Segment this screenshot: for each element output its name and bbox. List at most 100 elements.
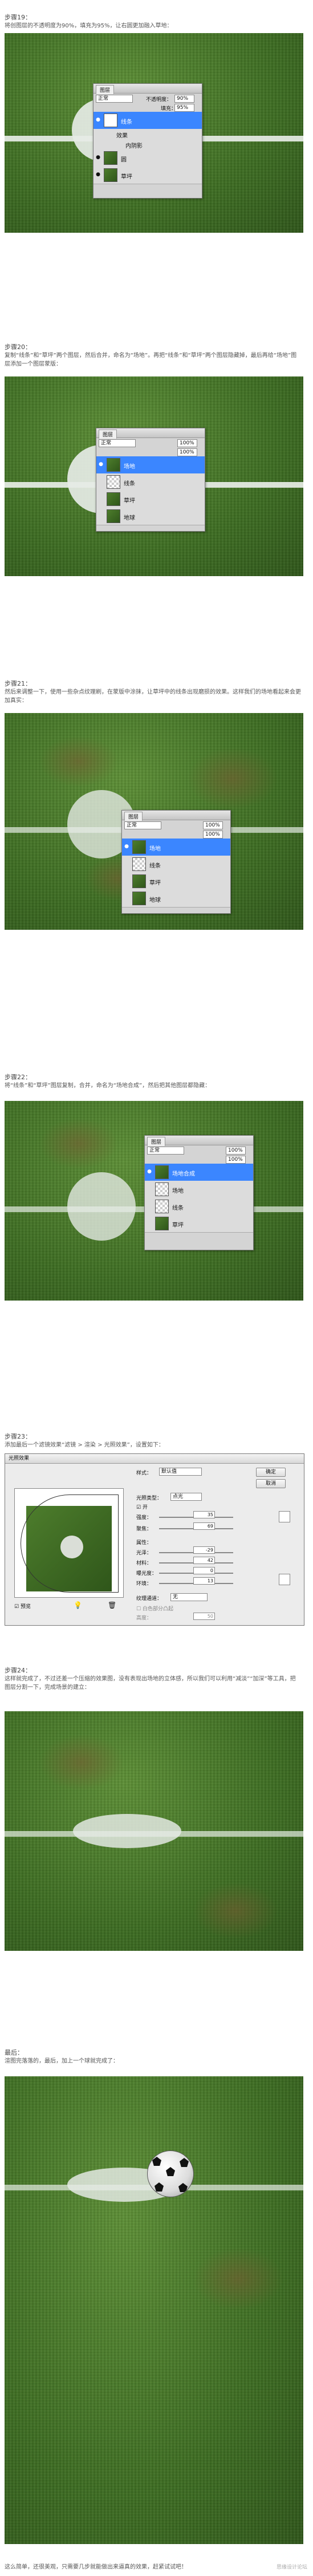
layers-tab[interactable]: 图层 bbox=[99, 430, 117, 439]
light-ellipse-handle[interactable] bbox=[21, 1494, 119, 1593]
layer-name: 草坪 bbox=[124, 498, 135, 504]
opacity-label: 不透明度： bbox=[146, 97, 172, 103]
height-value[interactable]: 50 bbox=[193, 1613, 215, 1620]
eye-icon[interactable]: ● bbox=[95, 172, 101, 177]
ball-patch bbox=[166, 2167, 175, 2176]
preview-checkbox[interactable]: ☑ 预览 bbox=[14, 1602, 31, 1610]
preview-area[interactable] bbox=[14, 1488, 124, 1598]
layer-row[interactable]: 地球 bbox=[122, 890, 230, 908]
ball-patch bbox=[152, 2157, 161, 2166]
intensity-label: 强度： bbox=[136, 1515, 152, 1521]
ambience-label: 环境： bbox=[136, 1581, 152, 1587]
opacity-input[interactable]: 100% bbox=[226, 1147, 246, 1155]
fill-input[interactable]: 95% bbox=[174, 104, 194, 112]
ok-button[interactable]: 确定 bbox=[256, 1468, 286, 1477]
layer-name: 草坪 bbox=[121, 174, 132, 180]
eye-icon[interactable]: ● bbox=[95, 155, 101, 160]
lighting-effects-dialog: 光照效果 ☑ 预览 💡 🗑 样式： 默认值 确定 取消 光照类型： 点光 ☑ 开… bbox=[5, 1453, 304, 1626]
light-type-label: 光照类型： bbox=[136, 1496, 162, 1501]
layer-row[interactable]: 草坪 bbox=[122, 873, 230, 890]
step-label: 步骤22： bbox=[5, 1074, 31, 1081]
blend-mode-select[interactable]: 正常 bbox=[96, 95, 133, 103]
opacity-input[interactable]: 100% bbox=[177, 439, 197, 447]
eye-icon[interactable]: ● bbox=[124, 844, 129, 849]
opacity-input[interactable]: 100% bbox=[203, 821, 223, 829]
fill-label: 填充： bbox=[161, 106, 177, 112]
worn-patch bbox=[193, 2247, 284, 2310]
opacity-input[interactable]: 90% bbox=[174, 95, 194, 103]
layer-name: 场地 bbox=[124, 464, 135, 470]
texture-channel-select[interactable]: 无 bbox=[170, 1593, 208, 1601]
ambience-value[interactable]: 13 bbox=[193, 1577, 215, 1585]
layers-tab[interactable]: 图层 bbox=[124, 812, 143, 821]
focus-label: 聚焦： bbox=[136, 1526, 152, 1532]
light-bulb-icon[interactable]: 💡 bbox=[74, 1601, 82, 1609]
layer-row[interactable]: ● 场地 bbox=[122, 839, 230, 856]
layer-row[interactable]: 草坪 bbox=[145, 1215, 253, 1233]
style-label: 样式： bbox=[136, 1471, 152, 1476]
eye-icon[interactable]: ● bbox=[147, 1169, 152, 1174]
layer-row[interactable]: 草坪 bbox=[96, 491, 205, 508]
grass-image: 图层 正常 100% 100% ● 场地 线条 草坪 地球 bbox=[5, 713, 303, 930]
fill-input[interactable]: 100% bbox=[226, 1156, 246, 1164]
step-description: 复制“线条”和“草坪”两个图层，然后合并，命名为“场地”。再把“线条”和“草坪”… bbox=[5, 353, 297, 367]
eye-icon[interactable]: ● bbox=[95, 117, 101, 123]
ball-patch bbox=[178, 2183, 188, 2192]
white-high-checkbox[interactable]: ☐ 白色部分凸起 bbox=[136, 1605, 173, 1612]
layer-thumbnail bbox=[107, 475, 120, 489]
ball-patch bbox=[155, 2182, 164, 2192]
layer-row[interactable]: ● 圆 bbox=[94, 149, 202, 167]
layer-name: 线条 bbox=[149, 863, 161, 869]
layers-panel: 图层 正常 不透明度： 90% 填充： 95% ● 线条 效果 内阴影 ● 圆 … bbox=[93, 83, 202, 199]
intensity-value[interactable]: 35 bbox=[193, 1511, 215, 1518]
inner-shadow-row[interactable]: 内阴影 bbox=[94, 139, 202, 150]
ambience-color-swatch[interactable] bbox=[279, 1574, 290, 1585]
trash-icon[interactable]: 🗑 bbox=[108, 1601, 116, 1609]
gloss-label: 光泽： bbox=[136, 1550, 152, 1556]
on-checkbox[interactable]: ☑ 开 bbox=[136, 1503, 148, 1510]
layer-row[interactable]: 线条 bbox=[96, 473, 205, 491]
layer-row[interactable]: ● 草坪 bbox=[94, 167, 202, 184]
gloss-value[interactable]: -29 bbox=[193, 1546, 215, 1554]
field-center-circle bbox=[73, 1814, 181, 1848]
layer-thumbnail bbox=[132, 840, 146, 854]
cancel-button[interactable]: 取消 bbox=[256, 1479, 286, 1488]
soccer-ball bbox=[147, 2150, 194, 2197]
layer-row[interactable]: 线条 bbox=[122, 856, 230, 873]
step-label: 步骤19： bbox=[5, 14, 31, 21]
layer-row[interactable]: ● 场地合成 bbox=[145, 1164, 253, 1181]
effects-row[interactable]: 效果 bbox=[94, 129, 202, 140]
focus-value[interactable]: 69 bbox=[193, 1522, 215, 1530]
layer-row[interactable]: ● 场地 bbox=[96, 456, 205, 474]
watermark: 思缘设计论坛 bbox=[276, 2565, 307, 2570]
style-select[interactable]: 默认值 bbox=[159, 1468, 202, 1476]
step-label: 步骤23： bbox=[5, 1433, 31, 1440]
layers-tab[interactable]: 图层 bbox=[147, 1137, 166, 1146]
texture-channel-label: 纹理通道： bbox=[136, 1596, 162, 1602]
light-type-select[interactable]: 点光 bbox=[170, 1493, 202, 1501]
layer-row[interactable]: 线条 bbox=[145, 1198, 253, 1216]
layers-tab[interactable]: 图层 bbox=[96, 85, 115, 94]
light-color-swatch[interactable] bbox=[279, 1511, 290, 1522]
blend-mode-select[interactable]: 正常 bbox=[147, 1147, 184, 1155]
blend-mode-select[interactable]: 正常 bbox=[99, 439, 136, 447]
fill-input[interactable]: 100% bbox=[177, 448, 197, 456]
material-value[interactable]: 42 bbox=[193, 1557, 215, 1564]
layers-panel: 图层 正常 100% 100% ● 场地合成 场地 线条 草坪 bbox=[144, 1135, 254, 1250]
layer-row[interactable]: 场地 bbox=[145, 1181, 253, 1198]
height-label: 高度： bbox=[136, 1615, 152, 1621]
step-label: 步骤21： bbox=[5, 680, 31, 687]
step-description: 将“线条”和“草坪”图层复制，合并，命名为“场地合成”，然后把其他图层都隐藏： bbox=[5, 1083, 211, 1089]
layer-thumbnail bbox=[155, 1165, 169, 1179]
effects-label: 效果 bbox=[116, 133, 128, 139]
layer-name: 场地 bbox=[149, 846, 161, 852]
layer-thumbnail bbox=[104, 114, 117, 127]
layer-row[interactable]: 地球 bbox=[96, 508, 205, 525]
blend-mode-select[interactable]: 正常 bbox=[124, 821, 161, 829]
layer-row[interactable]: ● 线条 bbox=[94, 112, 202, 129]
footer-text: 这么简单，还很美观，只需要几步就能做出来逼真的效果，赶紧试试吧！ bbox=[5, 2564, 187, 2570]
layer-thumbnail bbox=[104, 151, 117, 165]
exposure-value[interactable]: 0 bbox=[193, 1567, 215, 1574]
eye-icon[interactable]: ● bbox=[98, 461, 104, 467]
fill-input[interactable]: 100% bbox=[203, 831, 223, 839]
